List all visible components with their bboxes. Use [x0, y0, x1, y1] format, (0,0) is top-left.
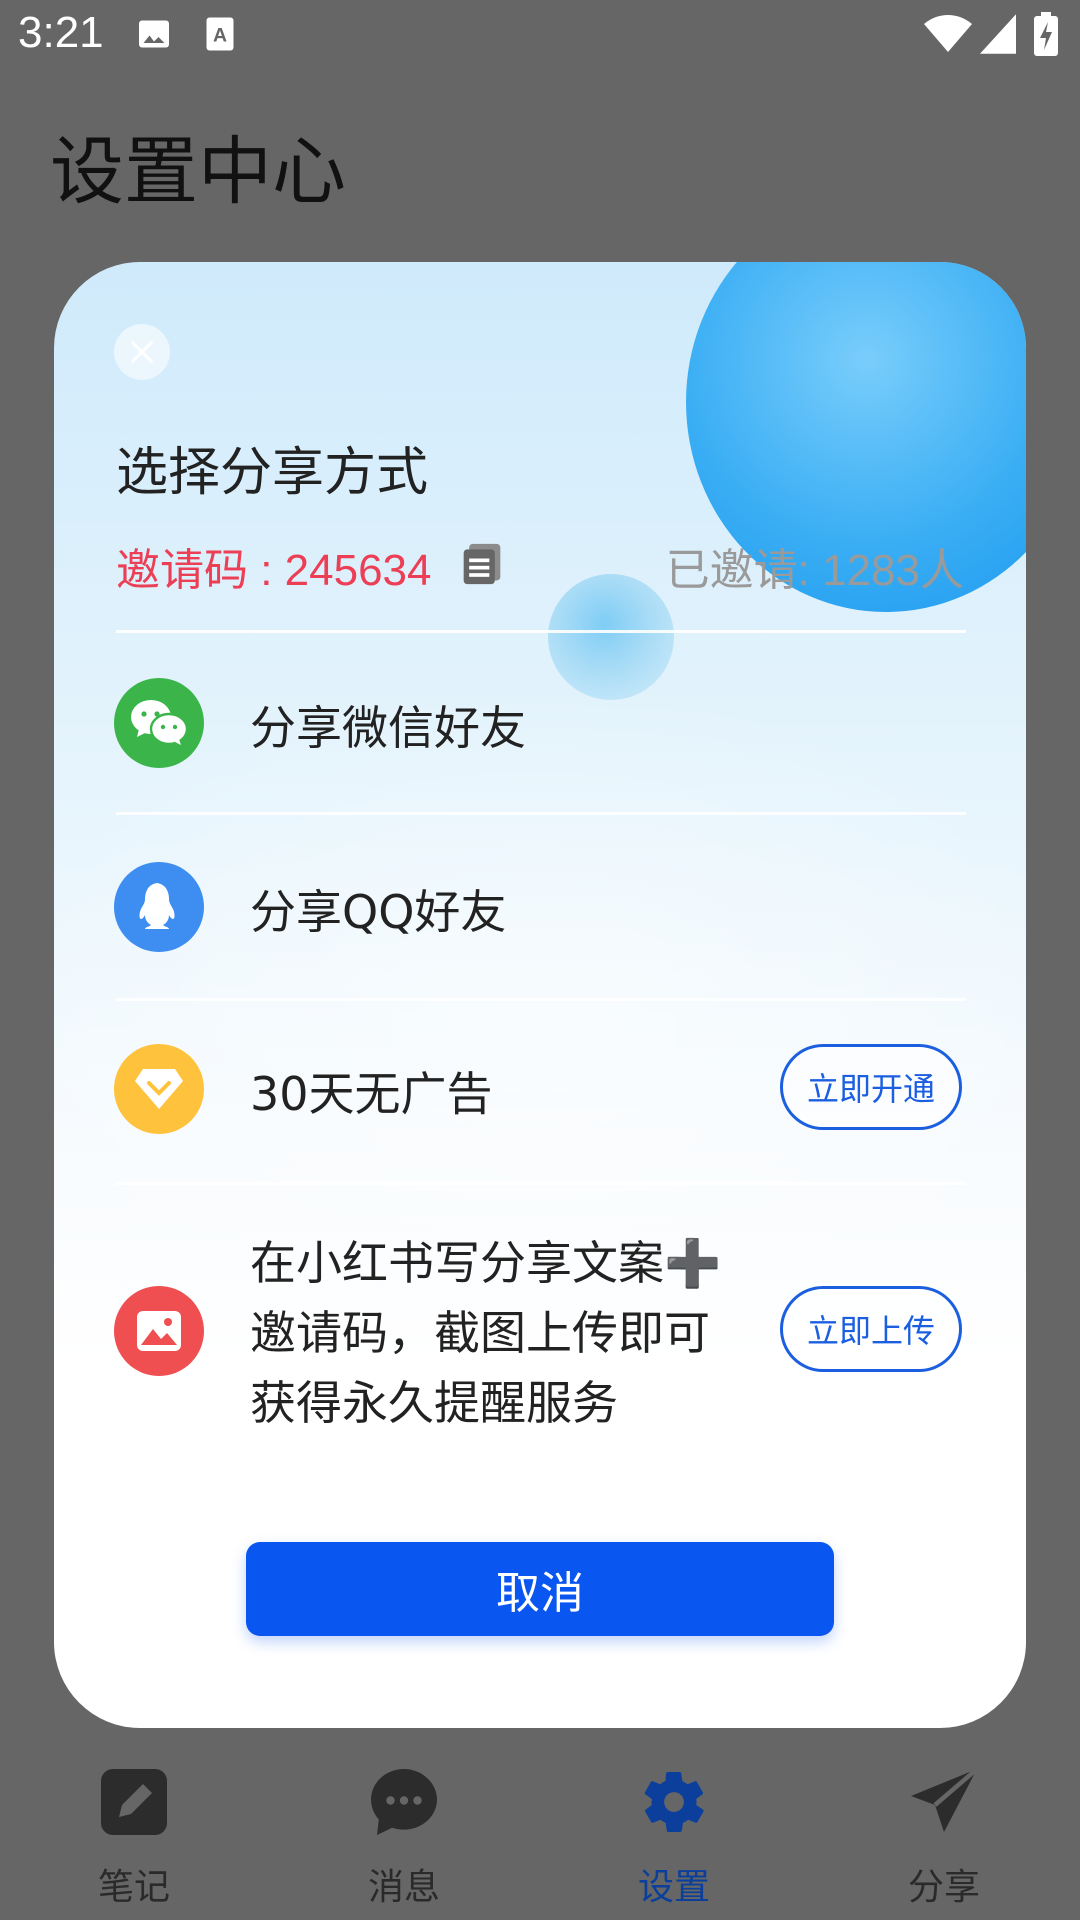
divider [116, 630, 966, 633]
upload-now-button[interactable]: 立即上传 [780, 1286, 962, 1372]
page-title: 设置中心 [50, 129, 346, 215]
nav-item-settings[interactable]: 设置 [604, 1766, 744, 1910]
nav-item-messages[interactable]: 消息 [334, 1766, 474, 1910]
divider [116, 998, 966, 1001]
cancel-button[interactable]: 取消 [246, 1542, 834, 1636]
status-bar: 3:21 A [0, 0, 1080, 72]
nav-label-settings: 设置 [637, 1867, 710, 1908]
nav-label-share: 分享 [907, 1867, 980, 1908]
nav-item-notes[interactable]: 笔记 [64, 1766, 204, 1910]
instruction-line-3: 获得永久提醒服务 [250, 1376, 618, 1430]
nav-label-notes: 笔记 [97, 1867, 170, 1908]
no-ads-icon-badge [114, 1044, 204, 1134]
no-ads-label: 30天无广告 [250, 1067, 493, 1121]
qq-icon [139, 883, 175, 929]
nav-item-share[interactable]: 分享 [874, 1766, 1014, 1910]
share-qq-label[interactable]: 分享QQ好友 [250, 876, 506, 942]
close-button[interactable] [114, 324, 170, 380]
svg-text:A: A [213, 25, 227, 47]
close-icon [131, 341, 153, 363]
invited-count: 已邀请: 1283人 [665, 546, 964, 595]
text-a-icon: A [206, 17, 234, 51]
chat-icon [371, 1769, 437, 1835]
image-icon [139, 20, 169, 48]
share-wechat-button[interactable] [114, 678, 204, 768]
upload-icon-badge [114, 1286, 204, 1376]
xiaohongshu-instructions: 在小红书写分享文案➕ 邀请码，截图上传即可 获得永久提醒服务 [250, 1228, 721, 1438]
invite-code: 邀请码 : 245634 [116, 546, 432, 595]
diamond-icon [135, 1069, 183, 1109]
send-icon [911, 1767, 979, 1832]
divider [116, 1182, 966, 1185]
instruction-line-2: 邀请码，截图上传即可 [250, 1306, 710, 1360]
share-dialog: 选择分享方式 邀请码 : 245634 已邀请: 1283人 分享微信好友 分享… [54, 262, 1026, 1728]
wechat-icon [131, 700, 189, 746]
activate-now-button[interactable]: 立即开通 [780, 1044, 962, 1130]
share-qq-button[interactable] [114, 862, 204, 952]
battery-charging-icon [1034, 12, 1058, 56]
divider [116, 812, 966, 815]
nav-label-messages: 消息 [367, 1867, 440, 1908]
copy-icon[interactable] [460, 542, 504, 586]
decorative-bubble-small [548, 574, 674, 700]
image-icon [137, 1311, 181, 1351]
signal-icon [980, 14, 1016, 54]
status-time: 3:21 [18, 8, 104, 57]
dialog-title: 选择分享方式 [116, 443, 429, 503]
share-wechat-label[interactable]: 分享微信好友 [250, 692, 526, 758]
gear-icon [644, 1772, 704, 1832]
instruction-line-1: 在小红书写分享文案➕ [250, 1236, 722, 1290]
wifi-icon [924, 15, 972, 52]
edit-icon [101, 1769, 167, 1835]
